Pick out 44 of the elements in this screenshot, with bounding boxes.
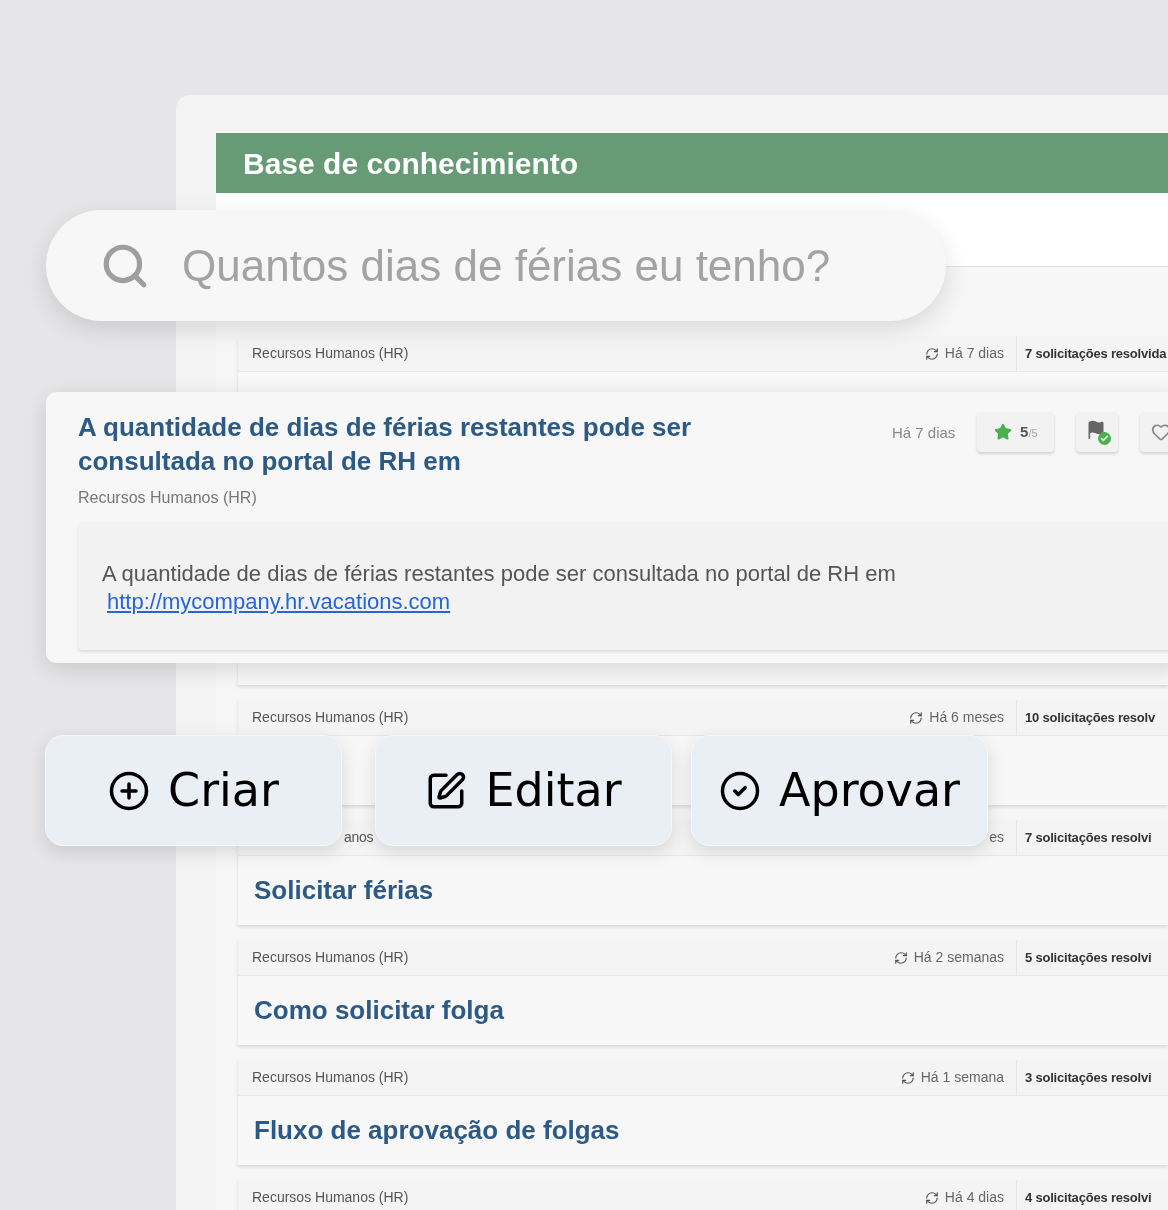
category-label: Recursos Humanos (HR) bbox=[252, 948, 409, 967]
resolved-count: 3 solicitações resolvi bbox=[1025, 1068, 1152, 1087]
heart-icon bbox=[1151, 422, 1168, 442]
star-icon bbox=[994, 423, 1013, 441]
updated-time: Há 1 semana bbox=[920, 1068, 1004, 1087]
category-label: Recursos Humanos (HR) bbox=[252, 1068, 409, 1087]
category-label: Recursos Humanos (HR) bbox=[252, 344, 409, 363]
answer-title[interactable]: A quantidade de dias de férias restantes pode ser consultada no portal de RH em bbox=[78, 410, 738, 478]
article-title[interactable]: Como solicitar folga bbox=[254, 991, 504, 1030]
check-circle-icon bbox=[718, 769, 761, 812]
rating-button[interactable]: 5/5 bbox=[977, 412, 1055, 452]
resolved-count: 5 solicitações resolvi bbox=[1025, 948, 1152, 967]
search-field[interactable]: Quantos dias de férias eu tenho? bbox=[46, 210, 946, 321]
header-title: Base de conhecimiento bbox=[243, 145, 579, 182]
updated-time: Há 6 meses bbox=[929, 708, 1004, 727]
refresh-icon bbox=[900, 1070, 915, 1085]
search-input[interactable]: Quantos dias de férias eu tenho? bbox=[182, 232, 882, 299]
verified-flag-icon bbox=[1086, 420, 1109, 444]
resolved-count: 7 solicitações resolvida bbox=[1025, 344, 1167, 363]
answer-text: A quantidade de dias de férias restantes pode ser consultada no portal de RH em bbox=[102, 560, 897, 588]
refresh-icon bbox=[909, 710, 924, 725]
edit-button[interactable]: Editar bbox=[375, 735, 672, 846]
approve-button[interactable]: Aprovar bbox=[691, 735, 988, 846]
resolved-count: 7 solicitações resolvi bbox=[1025, 828, 1152, 847]
flag-button[interactable] bbox=[1076, 412, 1119, 452]
category-label: anos bbox=[344, 828, 374, 847]
updated-time: Há 7 dias bbox=[944, 344, 1004, 363]
answer-link[interactable]: http://mycompany.hr.vacations.com bbox=[107, 589, 451, 614]
answer-category: Recursos Humanos (HR) bbox=[78, 488, 258, 508]
article-title[interactable]: Fluxo de aprovação de folgas bbox=[254, 1111, 620, 1150]
answer-time: Há 7 dias bbox=[892, 423, 956, 443]
refresh-icon bbox=[924, 346, 939, 361]
resolved-count: 4 solicitações resolvi bbox=[1025, 1188, 1152, 1207]
refresh-icon bbox=[893, 950, 908, 965]
updated-time: es bbox=[989, 828, 1004, 847]
create-button[interactable]: Criar bbox=[45, 735, 342, 846]
updated-time: Há 4 dias bbox=[944, 1188, 1004, 1207]
resolved-count: 10 solicitações resolv bbox=[1025, 708, 1155, 727]
category-label: Recursos Humanos (HR) bbox=[252, 1188, 409, 1207]
category-label: Recursos Humanos (HR) bbox=[252, 708, 409, 727]
updated-time: Há 2 semanas bbox=[913, 948, 1004, 967]
article-title[interactable]: Solicitar férias bbox=[254, 871, 434, 910]
plus-circle-icon bbox=[108, 769, 151, 812]
refresh-icon bbox=[924, 1190, 939, 1205]
